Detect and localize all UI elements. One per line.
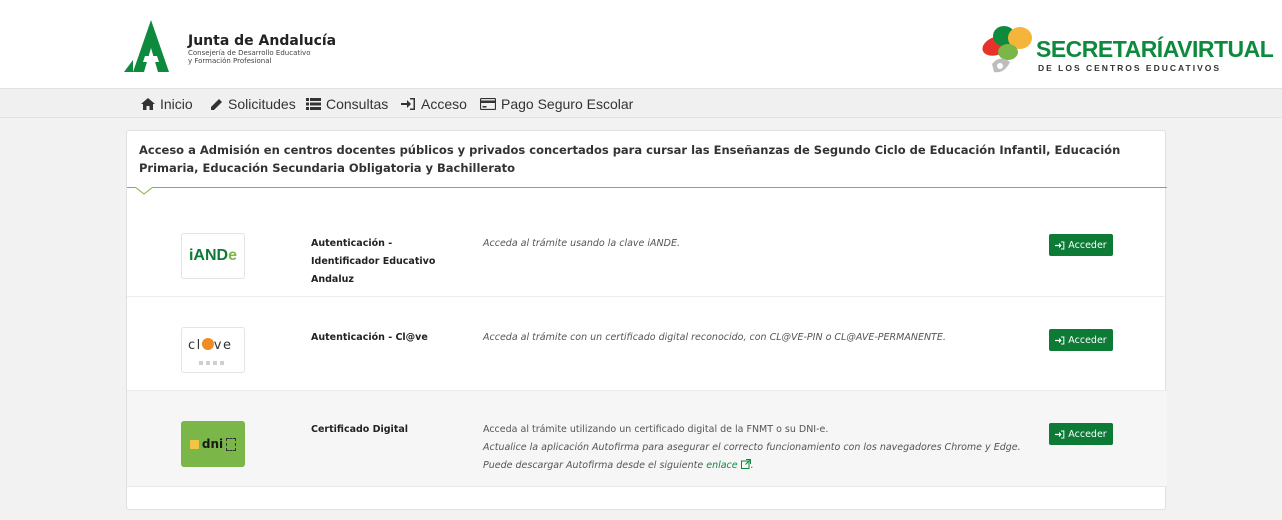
acceder-label: Acceder bbox=[1068, 239, 1107, 251]
org-name-block: Junta de Andalucía Consejería de Desarro… bbox=[188, 33, 336, 65]
access-panel: Acceso a Admisión en centros docentes pú… bbox=[126, 130, 1167, 510]
pencil-icon bbox=[211, 98, 222, 110]
method-description: Acceda al trámite con un certificado dig… bbox=[483, 332, 946, 343]
dni-logo: dni bbox=[181, 421, 245, 467]
list-icon bbox=[306, 98, 321, 110]
nav-inicio-label: Inicio bbox=[160, 96, 193, 112]
org-subtitle-1: Consejería de Desarrollo Educativo bbox=[188, 49, 311, 57]
description-line-3: Puede descargar Autofirma desde el sigui… bbox=[483, 459, 754, 471]
iande-logo: iANDe bbox=[181, 233, 245, 279]
nav-consultas[interactable]: Consultas bbox=[306, 94, 388, 114]
site-header: Junta de Andalucía Consejería de Desarro… bbox=[0, 0, 1282, 88]
nav-acceso-label: Acceso bbox=[421, 96, 467, 112]
home-icon bbox=[141, 98, 155, 110]
description-line-3-text: Puede descargar Autofirma desde el sigui… bbox=[483, 460, 704, 471]
panel-heading: Acceso a Admisión en centros docentes pú… bbox=[139, 143, 1121, 175]
sv-title-part2: VIRTUAL bbox=[1177, 36, 1274, 62]
sign-in-icon bbox=[1055, 241, 1065, 249]
description-line-2: Actualice la aplicación Autofirma para a… bbox=[483, 442, 1021, 453]
secretaria-virtual-subtitle: DE LOS CENTROS EDUCATIVOS bbox=[1038, 63, 1222, 73]
chip-icon bbox=[189, 439, 199, 449]
main-nav: Inicio Solicitudes Consultas Acceso Pago… bbox=[0, 88, 1282, 118]
method-name: Certificado Digital bbox=[311, 424, 409, 435]
nav-pago-label: Pago Seguro Escolar bbox=[501, 96, 634, 112]
divider-notch bbox=[135, 187, 153, 195]
method-row-clave: cl ve Autenticación - Cl@ve Acceda al trá… bbox=[127, 297, 1167, 391]
nav-acceso[interactable]: Acceso bbox=[401, 94, 467, 114]
heading-divider bbox=[127, 187, 1167, 188]
org-title: Junta de Andalucía bbox=[188, 33, 337, 49]
fingerprint-icon bbox=[226, 437, 237, 451]
autofirma-download-link[interactable]: enlace bbox=[706, 459, 751, 471]
clave-logo-dots bbox=[199, 361, 224, 365]
method-name: Autenticación - Identificador Educativo … bbox=[311, 238, 436, 285]
acceder-button-clave[interactable]: Acceder bbox=[1049, 329, 1113, 351]
org-subtitle-2: y Formación Profesional bbox=[188, 57, 272, 65]
method-description-block: Acceda al trámite utilizando un certific… bbox=[483, 421, 1043, 475]
nav-solicitudes-label: Solicitudes bbox=[228, 96, 296, 112]
sign-in-icon bbox=[1055, 336, 1065, 344]
iande-logo-text: iANDe bbox=[188, 247, 237, 264]
method-name: Autenticación - Cl@ve bbox=[311, 332, 428, 343]
clave-logo: cl ve bbox=[181, 327, 245, 373]
secretaria-virtual-icon bbox=[982, 26, 1032, 73]
nav-solicitudes[interactable]: Solicitudes bbox=[210, 94, 296, 114]
credit-card-icon bbox=[480, 98, 496, 110]
nav-inicio[interactable]: Inicio bbox=[141, 94, 193, 114]
acceder-label: Acceder bbox=[1068, 334, 1107, 346]
acceder-label: Acceder bbox=[1068, 428, 1107, 440]
dni-logo-text: dni bbox=[201, 437, 224, 451]
acceder-button-certificado[interactable]: Acceder bbox=[1049, 423, 1113, 445]
method-description: Acceda al trámite usando la clave iANDE. bbox=[483, 238, 680, 249]
sign-in-icon bbox=[1055, 430, 1065, 438]
nav-pago-seguro-escolar[interactable]: Pago Seguro Escolar bbox=[480, 94, 633, 114]
link-label: enlace bbox=[706, 460, 738, 471]
secretaria-virtual-title[interactable]: SECRETARÍAVIRTUAL bbox=[1036, 36, 1274, 62]
nav-consultas-label: Consultas bbox=[326, 96, 389, 112]
external-link-icon bbox=[740, 459, 751, 469]
acceder-button-iande[interactable]: Acceder bbox=[1049, 234, 1113, 256]
description-line-1: Acceda al trámite utilizando un certific… bbox=[483, 424, 829, 435]
method-row-certificado: dni Certificado Digital Acceda al trámit… bbox=[127, 391, 1167, 487]
method-row-iande: iANDe Autenticación - Identificador Educ… bbox=[127, 199, 1167, 297]
sv-title-part1: SECRETARÍA bbox=[1036, 36, 1178, 62]
clave-logo-text: cl ve bbox=[188, 338, 233, 353]
junta-andalucia-logo[interactable] bbox=[124, 20, 179, 72]
sign-in-icon bbox=[401, 98, 415, 110]
